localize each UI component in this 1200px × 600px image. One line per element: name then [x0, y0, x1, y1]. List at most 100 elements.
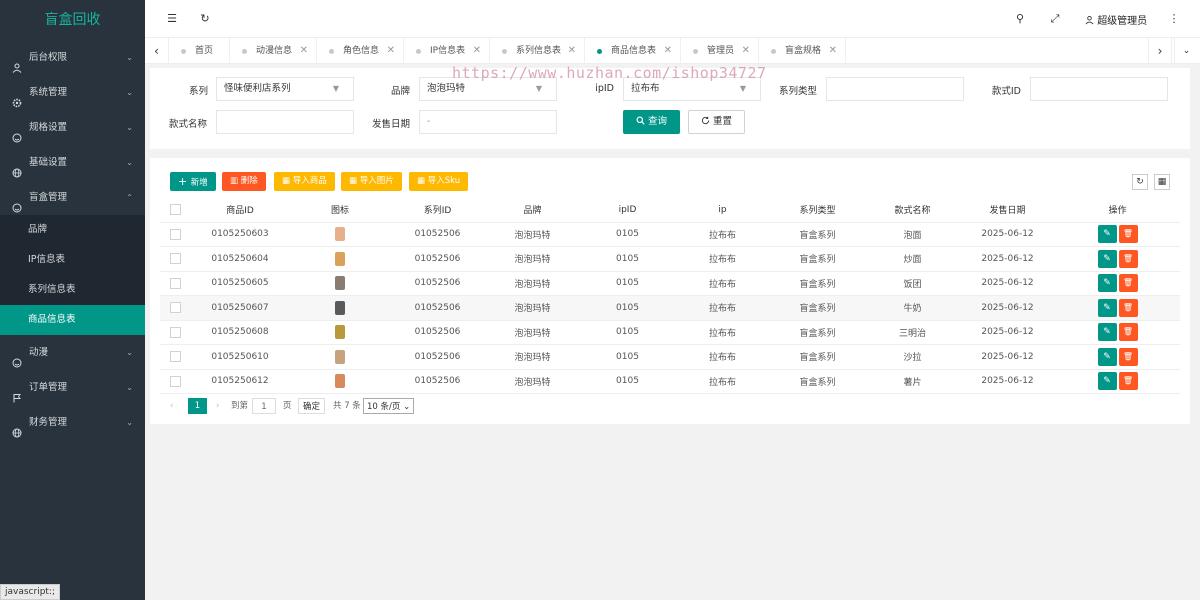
- tab-role-info[interactable]: 角色信息 ✕: [317, 38, 404, 64]
- close-icon[interactable]: ✕: [568, 38, 576, 64]
- table-row[interactable]: 0105250607 01052506 泡泡玛特 0105 拉布布 盲盒系列 牛奶 2025-…: [160, 295, 1180, 321]
- sidebar-item-admin-permissions[interactable]: 后台权限 ⌄: [0, 40, 145, 75]
- column-header[interactable]: 品牌: [485, 198, 580, 223]
- tab-admin[interactable]: 管理员 ✕: [681, 38, 759, 64]
- row-checkbox[interactable]: [169, 351, 181, 363]
- tab-blindbox-spec[interactable]: 盲盒规格 ✕: [759, 38, 846, 64]
- sidebar-subitem-brand[interactable]: 品牌: [0, 215, 145, 245]
- goto-page-input[interactable]: 1: [252, 398, 276, 414]
- tab-ip-info[interactable]: IP信息表 ✕: [404, 38, 490, 64]
- next-page-icon[interactable]: ›: [216, 398, 219, 414]
- row-checkbox[interactable]: [169, 228, 181, 240]
- product-thumbnail[interactable]: [335, 227, 345, 242]
- user-menu[interactable]: 超级管理员: [1085, 12, 1147, 27]
- delete-row-button[interactable]: 🗑: [1118, 323, 1138, 342]
- edit-button[interactable]: ✎: [1097, 274, 1117, 293]
- column-header[interactable]: ipID: [580, 198, 675, 223]
- tab-series-info[interactable]: 系列信息表 ✕: [490, 38, 585, 64]
- page-size-select[interactable]: 10 条/页 ⌄: [363, 398, 415, 414]
- table-refresh-icon[interactable]: ↻: [1132, 174, 1148, 190]
- delete-row-button[interactable]: 🗑: [1118, 225, 1138, 244]
- edit-button[interactable]: ✎: [1097, 372, 1117, 391]
- close-icon[interactable]: ✕: [473, 38, 481, 64]
- prev-page-icon[interactable]: ‹: [170, 398, 173, 414]
- sidebar-subitem-goods-info[interactable]: 商品信息表: [0, 305, 145, 335]
- row-checkbox[interactable]: [169, 326, 181, 338]
- column-header[interactable]: ip: [675, 198, 770, 223]
- product-thumbnail[interactable]: [335, 349, 345, 364]
- row-checkbox[interactable]: [169, 277, 181, 289]
- series-select[interactable]: 怪味便利店系列 ▼: [216, 77, 354, 101]
- product-thumbnail[interactable]: [335, 374, 345, 389]
- sidebar-item-anime[interactable]: 动漫 ⌄: [0, 335, 145, 370]
- sidebar-subitem-ip-info[interactable]: IP信息表: [0, 245, 145, 275]
- tab-home[interactable]: 首页: [169, 38, 230, 64]
- tabs-next-icon[interactable]: ›: [1148, 38, 1172, 64]
- delete-row-button[interactable]: 🗑: [1118, 274, 1138, 293]
- close-icon[interactable]: ✕: [829, 38, 837, 64]
- product-thumbnail[interactable]: [335, 300, 345, 315]
- close-icon[interactable]: ✕: [742, 38, 750, 64]
- table-row[interactable]: 0105250605 01052506 泡泡玛特 0105 拉布布 盲盒系列 饭团 2025-…: [160, 271, 1180, 296]
- row-checkbox[interactable]: [169, 302, 181, 314]
- import-sku-button[interactable]: ▦ 导入Sku: [409, 172, 469, 191]
- product-thumbnail[interactable]: [335, 325, 345, 340]
- release-date-input[interactable]: -: [419, 110, 557, 134]
- refresh-icon[interactable]: ↻: [198, 12, 212, 26]
- tabs-close-all-icon[interactable]: ⌄: [1174, 38, 1198, 64]
- product-thumbnail[interactable]: [335, 251, 345, 266]
- row-checkbox[interactable]: [169, 253, 181, 265]
- columns-filter-icon[interactable]: ▦: [1154, 174, 1170, 190]
- column-header[interactable]: 系列类型: [770, 198, 865, 223]
- sidebar-item-orders[interactable]: 订单管理 ⌄: [0, 370, 145, 405]
- add-button[interactable]: + 新增: [170, 172, 216, 191]
- sidebar-item-spec-settings[interactable]: 规格设置 ⌄: [0, 110, 145, 145]
- search-icon[interactable]: ⚲: [1013, 12, 1027, 26]
- import-images-button[interactable]: ▦ 导入图片: [341, 172, 402, 191]
- tab-anime-info[interactable]: 动漫信息 ✕: [230, 38, 317, 64]
- table-row[interactable]: 0105250612 01052506 泡泡玛特 0105 拉布布 盲盒系列 薯片 2025-…: [160, 369, 1180, 394]
- product-thumbnail[interactable]: [335, 276, 345, 291]
- close-icon[interactable]: ✕: [664, 38, 672, 64]
- column-header[interactable]: 商品ID: [190, 198, 290, 223]
- close-icon[interactable]: ✕: [387, 38, 395, 64]
- reset-button[interactable]: 重置: [688, 110, 745, 134]
- sidebar-item-basic-settings[interactable]: 基础设置 ⌄: [0, 145, 145, 180]
- delete-row-button[interactable]: 🗑: [1118, 347, 1138, 366]
- menu-toggle-icon[interactable]: ☰: [165, 12, 179, 26]
- import-goods-button[interactable]: ▦ 导入商品: [274, 172, 335, 191]
- edit-button[interactable]: ✎: [1097, 347, 1117, 366]
- edit-button[interactable]: ✎: [1097, 323, 1117, 342]
- column-header[interactable]: 款式名称: [865, 198, 960, 223]
- delete-row-button[interactable]: 🗑: [1118, 372, 1138, 391]
- style-id-input[interactable]: [1030, 77, 1168, 101]
- select-all-checkbox[interactable]: [169, 204, 181, 216]
- column-header[interactable]: 图标: [290, 198, 390, 223]
- delete-button[interactable]: ▥ 删除: [222, 172, 266, 191]
- more-icon[interactable]: ⋮: [1167, 12, 1181, 26]
- column-header[interactable]: 发售日期: [960, 198, 1055, 223]
- tabs-prev-icon[interactable]: ‹: [145, 38, 169, 64]
- goto-confirm-button[interactable]: 确定: [298, 398, 326, 414]
- row-checkbox[interactable]: [169, 375, 181, 387]
- column-header[interactable]: 系列ID: [390, 198, 485, 223]
- query-button[interactable]: 查询: [623, 110, 680, 134]
- close-icon[interactable]: ✕: [300, 38, 308, 64]
- edit-button[interactable]: ✎: [1097, 225, 1117, 244]
- sidebar-item-system[interactable]: 系统管理 ⌄: [0, 75, 145, 110]
- table-row[interactable]: 0105250610 01052506 泡泡玛特 0105 拉布布 盲盒系列 沙拉 2025-…: [160, 344, 1180, 370]
- tab-goods-info[interactable]: 商品信息表 ✕: [585, 38, 681, 64]
- delete-row-button[interactable]: 🗑: [1118, 298, 1138, 317]
- style-name-input[interactable]: [216, 110, 354, 134]
- delete-row-button[interactable]: 🗑: [1118, 249, 1138, 268]
- edit-button[interactable]: ✎: [1097, 249, 1117, 268]
- fullscreen-icon[interactable]: ⤢: [1048, 12, 1062, 26]
- page-current[interactable]: 1: [188, 398, 207, 414]
- series-type-input[interactable]: [826, 77, 964, 101]
- table-row[interactable]: 0105250603 01052506 泡泡玛特 0105 拉布布 盲盒系列 泡面 2025-…: [160, 222, 1180, 247]
- sidebar-item-finance[interactable]: 财务管理 ⌄: [0, 405, 145, 440]
- sidebar-item-blindbox[interactable]: 盲盒管理 ⌃: [0, 180, 145, 215]
- table-row[interactable]: 0105250608 01052506 泡泡玛特 0105 拉布布 盲盒系列 三明治 2025…: [160, 320, 1180, 345]
- edit-button[interactable]: ✎: [1097, 298, 1117, 317]
- table-row[interactable]: 0105250604 01052506 泡泡玛特 0105 拉布布 盲盒系列 炒面 2025-…: [160, 246, 1180, 272]
